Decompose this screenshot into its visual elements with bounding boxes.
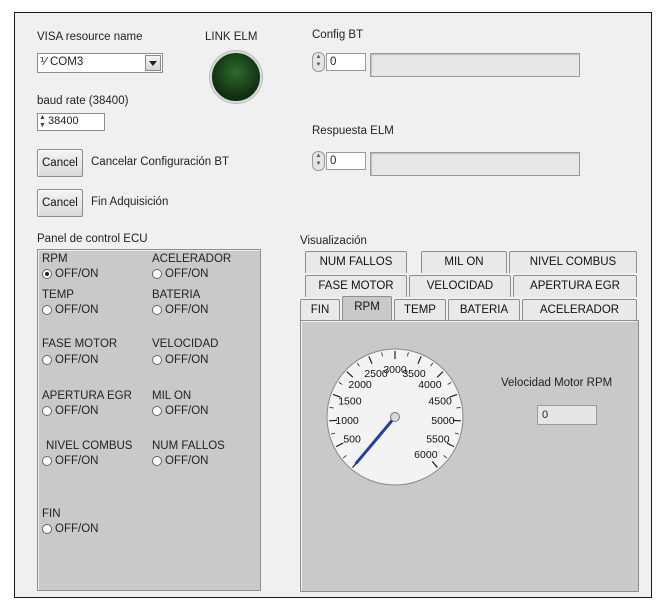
baud-rate-label: baud rate (38400)	[37, 95, 129, 107]
control-panel: RPM OFF/ON ACELERADOR OFF/ON TEMP OFF/ON…	[37, 249, 261, 591]
tab-temp[interactable]: TEMP	[394, 299, 446, 321]
radio-bateria[interactable]: OFF/ON	[152, 304, 208, 316]
radio-option: OFF/ON	[165, 455, 209, 467]
cancel-bt-config-caption: Cancelar Configuración BT	[91, 156, 230, 168]
radio-rpm[interactable]: OFF/ON	[42, 268, 98, 280]
respuesta-elm-value[interactable]: 0	[326, 152, 366, 170]
config-bt-stepper[interactable]: ▲ ▼	[312, 52, 325, 72]
radio-apertura-egr[interactable]: OFF/ON	[42, 405, 98, 417]
respuesta-elm-stepper[interactable]: ▲ ▼	[312, 151, 325, 171]
respuesta-elm-label: Respuesta ELM	[312, 125, 394, 137]
tab-num-fallos[interactable]: NUM FALLOS	[305, 251, 407, 273]
visa-prefix-icon: ⅟	[40, 56, 47, 68]
radio-option: OFF/ON	[165, 268, 209, 280]
gauge-tick-label: 1000	[335, 415, 359, 427]
radio-fin[interactable]: OFF/ON	[42, 523, 98, 535]
control-panel-title: Panel de control ECU	[37, 233, 148, 245]
radio-indicator[interactable]	[42, 524, 52, 534]
link-elm-label: LINK ELM	[205, 31, 258, 43]
radio-option: OFF/ON	[165, 354, 209, 366]
config-bt-string	[370, 53, 580, 77]
tab-bateria[interactable]: BATERIA	[448, 299, 520, 321]
baud-rate-stepper-icon[interactable]: ▲ ▼	[39, 114, 46, 130]
radio-velocidad-name: VELOCIDAD	[152, 338, 219, 350]
gauge-tick-label: 1500	[338, 396, 362, 408]
radio-num-fallos[interactable]: OFF/ON	[152, 455, 208, 467]
tab-apertura-egr[interactable]: APERTURA EGR	[513, 275, 637, 297]
cancel-bt-config-button[interactable]: Cancel	[37, 149, 83, 177]
gauge-tick-label: 5500	[426, 434, 450, 446]
radio-indicator[interactable]	[152, 269, 162, 279]
tab-fin[interactable]: FIN	[300, 299, 340, 321]
radio-fin-name: FIN	[42, 508, 61, 520]
tab-fase-motor[interactable]: FASE MOTOR	[305, 275, 407, 297]
radio-acelerador-name: ACELERADOR	[152, 253, 232, 265]
radio-indicator[interactable]	[42, 269, 52, 279]
gauge-tick-label: 2000	[348, 379, 372, 391]
radio-indicator[interactable]	[152, 456, 162, 466]
radio-indicator[interactable]	[42, 355, 52, 365]
radio-option: OFF/ON	[55, 455, 99, 467]
radio-fase-motor-name: FASE MOTOR	[42, 338, 118, 350]
radio-mil-on-name: MIL ON	[152, 390, 192, 402]
radio-apertura-egr-name: APERTURA EGR	[42, 390, 132, 402]
radio-velocidad[interactable]: OFF/ON	[152, 354, 208, 366]
tab-velocidad[interactable]: VELOCIDAD	[409, 275, 511, 297]
chevron-down-icon[interactable]	[145, 55, 161, 71]
radio-indicator[interactable]	[152, 355, 162, 365]
gauge-tick-label: 4000	[418, 379, 442, 391]
tab-rpm[interactable]: RPM	[342, 296, 392, 321]
radio-indicator[interactable]	[42, 305, 52, 315]
radio-option: OFF/ON	[55, 304, 99, 316]
gauge-tick-label: 4500	[428, 396, 452, 408]
radio-indicator[interactable]	[152, 406, 162, 416]
link-elm-led	[210, 51, 262, 103]
speed-value-display: 0	[537, 405, 597, 425]
visa-resource-value: COM3	[50, 56, 84, 68]
radio-indicator[interactable]	[42, 406, 52, 416]
radio-fase-motor[interactable]: OFF/ON	[42, 354, 98, 366]
radio-temp[interactable]: OFF/ON	[42, 304, 98, 316]
gauge-tick-label: 6000	[414, 449, 438, 461]
baud-rate-value: 38400	[48, 115, 79, 127]
tab-nivel-combus[interactable]: NIVEL COMBUS	[509, 251, 637, 273]
visualizacion-title: Visualización	[300, 235, 367, 247]
tab-mil-on[interactable]: MIL ON	[421, 251, 507, 273]
radio-nivel-combus[interactable]: OFF/ON	[42, 455, 98, 467]
gauge-tick-label: 5000	[431, 415, 455, 427]
radio-mil-on[interactable]: OFF/ON	[152, 405, 208, 417]
gauge-tick-label: 500	[343, 434, 361, 446]
radio-num-fallos-name: NUM FALLOS	[152, 440, 225, 452]
gauge-hub	[390, 412, 400, 422]
tab-acelerador[interactable]: ACELERADOR	[522, 299, 637, 321]
radio-indicator[interactable]	[152, 305, 162, 315]
radio-option: OFF/ON	[165, 405, 209, 417]
fin-adquisicion-button[interactable]: Cancel	[37, 189, 83, 217]
radio-option: OFF/ON	[165, 304, 209, 316]
visa-resource-select[interactable]: ⅟ COM3	[37, 53, 163, 73]
radio-acelerador[interactable]: OFF/ON	[152, 268, 208, 280]
front-panel: VISA resource name ⅟ COM3 LINK ELM baud …	[14, 12, 652, 598]
radio-nivel-combus-name: NIVEL COMBUS	[46, 440, 133, 452]
radio-option: OFF/ON	[55, 405, 99, 417]
config-bt-value[interactable]: 0	[326, 53, 366, 71]
radio-bateria-name: BATERIA	[152, 289, 201, 301]
radio-temp-name: TEMP	[42, 289, 74, 301]
radio-option: OFF/ON	[55, 268, 99, 280]
respuesta-elm-string	[370, 152, 580, 176]
visa-resource-label: VISA resource name	[37, 31, 143, 43]
radio-rpm-name: RPM	[42, 253, 68, 265]
tab-content-rpm: 500 1000 1500 2000 2500 3000 3500 4000 4500 5000 5…	[300, 320, 639, 592]
fin-adquisicion-caption: Fin Adquisición	[91, 196, 169, 208]
radio-option: OFF/ON	[55, 354, 99, 366]
config-bt-label: Config BT	[312, 29, 364, 41]
radio-option: OFF/ON	[55, 523, 99, 535]
radio-indicator[interactable]	[42, 456, 52, 466]
speed-label: Velocidad Motor RPM	[501, 377, 613, 389]
rpm-gauge: 5001000150020002500300035004000450050005…	[326, 348, 464, 486]
baud-rate-field[interactable]: ▲ ▼ 38400	[37, 113, 105, 131]
